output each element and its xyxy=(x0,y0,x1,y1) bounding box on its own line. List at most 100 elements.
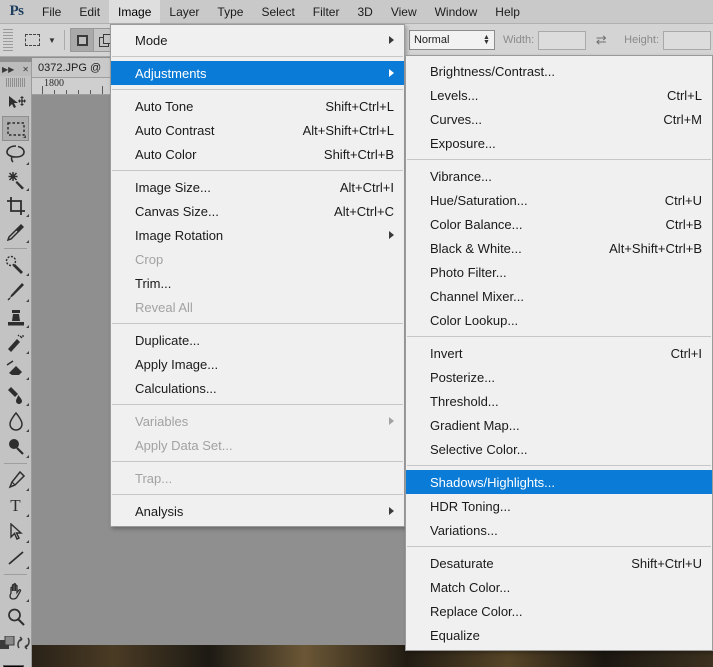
adjustments-menu-item-brightness-contrast[interactable]: Brightness/Contrast... xyxy=(406,59,712,83)
menu-select[interactable]: Select xyxy=(252,0,303,23)
gradient-tool[interactable] xyxy=(0,382,31,408)
submenu-arrow-icon xyxy=(389,36,394,44)
image-menu-item-adjustments[interactable]: Adjustments xyxy=(111,61,404,85)
width-label: Width: xyxy=(502,34,535,46)
collapse-panel-icon[interactable]: ▶▶ xyxy=(2,65,14,74)
width-input[interactable] xyxy=(538,30,587,50)
chevron-down-icon[interactable]: ▼ xyxy=(45,27,59,53)
menu-item-label: Selective Color... xyxy=(430,441,528,457)
color-swatches xyxy=(0,660,31,667)
menu-image[interactable]: Image xyxy=(109,0,161,23)
menu-file[interactable]: File xyxy=(33,0,70,23)
blur-tool[interactable] xyxy=(0,408,31,434)
menu-item-label: Duplicate... xyxy=(135,332,201,348)
adjustments-menu-item-variations[interactable]: Variations... xyxy=(406,518,712,542)
image-menu-item-crop: Crop xyxy=(111,247,404,271)
menu-3d[interactable]: 3D xyxy=(348,0,381,23)
clone-stamp-tool[interactable] xyxy=(0,304,31,330)
height-input[interactable] xyxy=(663,30,711,50)
mode-icons-row xyxy=(0,630,31,656)
image-menu-item-duplicate[interactable]: Duplicate... xyxy=(111,328,404,352)
quick-selection-tool[interactable] xyxy=(0,167,31,193)
path-selection-tool[interactable] xyxy=(0,519,31,545)
image-menu-item-image-rotation[interactable]: Image Rotation xyxy=(111,223,404,247)
swap-dimensions-icon[interactable]: ⇄ xyxy=(591,30,611,50)
adjustments-menu-item-equalize[interactable]: Equalize xyxy=(406,623,712,647)
menu-help[interactable]: Help xyxy=(486,0,529,23)
move-tool[interactable] xyxy=(0,90,31,116)
image-menu-item-apply-image[interactable]: Apply Image... xyxy=(111,352,404,376)
style-value: Normal xyxy=(413,34,450,46)
adjustments-menu-item-shadows-highlights[interactable]: Shadows/Highlights... xyxy=(406,470,712,494)
quick-mask-icon[interactable] xyxy=(0,636,16,650)
line-tool[interactable] xyxy=(0,545,31,571)
lasso-tool[interactable] xyxy=(0,141,31,167)
menu-filter[interactable]: Filter xyxy=(304,0,349,23)
ruler-label: 1800 xyxy=(44,78,64,89)
menu-item-shortcut: Alt+Shift+Ctrl+B xyxy=(609,240,702,256)
adjustments-menu-item-channel-mixer[interactable]: Channel Mixer... xyxy=(406,284,712,308)
options-bar-grip[interactable] xyxy=(3,29,13,51)
adjustments-menu-item-hue-saturation[interactable]: Hue/Saturation... Ctrl+U xyxy=(406,188,712,212)
adjustments-menu-item-replace-color[interactable]: Replace Color... xyxy=(406,599,712,623)
history-brush-tool[interactable] xyxy=(0,330,31,356)
menu-layer[interactable]: Layer xyxy=(160,0,208,23)
image-menu-item-mode[interactable]: Mode xyxy=(111,28,404,52)
menu-item-label: Color Lookup... xyxy=(430,312,519,328)
image-menu-item-calculations[interactable]: Calculations... xyxy=(111,376,404,400)
adjustments-menu-item-posterize[interactable]: Posterize... xyxy=(406,365,712,389)
menu-separator xyxy=(407,336,711,337)
menu-window[interactable]: Window xyxy=(426,0,487,23)
menu-item-label: Variations... xyxy=(430,522,498,538)
image-menu-item-analysis[interactable]: Analysis xyxy=(111,499,404,523)
adjustments-menu-item-levels[interactable]: Levels... Ctrl+L xyxy=(406,83,712,107)
menu-type[interactable]: Type xyxy=(208,0,252,23)
adjustments-menu-item-curves[interactable]: Curves... Ctrl+M xyxy=(406,107,712,131)
rectangular-marquee-icon[interactable] xyxy=(19,27,45,53)
eraser-tool[interactable] xyxy=(0,356,31,382)
adjustments-menu-item-selective-color[interactable]: Selective Color... xyxy=(406,437,712,461)
adjustments-menu-item-threshold[interactable]: Threshold... xyxy=(406,389,712,413)
adjustments-menu-item-match-color[interactable]: Match Color... xyxy=(406,575,712,599)
dodge-tool[interactable] xyxy=(0,434,31,460)
adjustments-menu-item-photo-filter[interactable]: Photo Filter... xyxy=(406,260,712,284)
menu-item-label: Crop xyxy=(135,251,164,267)
image-menu-item-trim[interactable]: Trim... xyxy=(111,271,404,295)
adjustments-menu-item-color-balance[interactable]: Color Balance... Ctrl+B xyxy=(406,212,712,236)
adjustments-menu-item-exposure[interactable]: Exposure... xyxy=(406,131,712,155)
image-menu-item-auto-contrast[interactable]: Auto Contrast Alt+Shift+Ctrl+L xyxy=(111,118,404,142)
menu-edit[interactable]: Edit xyxy=(70,0,109,23)
adjustments-menu-item-black-white[interactable]: Black & White... Alt+Shift+Ctrl+B xyxy=(406,236,712,260)
photoshop-logo: Ps xyxy=(9,3,25,19)
close-panel-icon[interactable]: ✕ xyxy=(22,65,29,74)
adjustments-menu-item-desaturate[interactable]: Desaturate Shift+Ctrl+U xyxy=(406,551,712,575)
adjustments-menu-item-color-lookup[interactable]: Color Lookup... xyxy=(406,308,712,332)
divider xyxy=(64,30,65,50)
menu-item-label: Brightness/Contrast... xyxy=(430,63,555,79)
hand-tool[interactable] xyxy=(0,578,31,604)
menu-separator xyxy=(407,465,711,466)
brush-tool[interactable] xyxy=(0,278,31,304)
crop-tool[interactable] xyxy=(0,193,31,219)
adjustments-menu-item-vibrance[interactable]: Vibrance... xyxy=(406,164,712,188)
image-menu-item-canvas-size[interactable]: Canvas Size... Alt+Ctrl+C xyxy=(111,199,404,223)
rectangular-marquee-tool[interactable] xyxy=(2,116,29,141)
new-selection-icon[interactable] xyxy=(70,28,94,52)
menu-view[interactable]: View xyxy=(382,0,426,23)
spot-healing-brush-tool[interactable] xyxy=(0,252,31,278)
tools-panel-grip[interactable] xyxy=(6,78,25,87)
image-menu-item-auto-color[interactable]: Auto Color Shift+Ctrl+B xyxy=(111,142,404,166)
adjustments-menu-item-hdr-toning[interactable]: HDR Toning... xyxy=(406,494,712,518)
adjustments-menu-item-invert[interactable]: Invert Ctrl+I xyxy=(406,341,712,365)
image-menu-item-auto-tone[interactable]: Auto Tone Shift+Ctrl+L xyxy=(111,94,404,118)
pen-tool[interactable] xyxy=(0,467,31,493)
image-menu-item-image-size[interactable]: Image Size... Alt+Ctrl+I xyxy=(111,175,404,199)
style-select[interactable]: Normal ▲ ▼ xyxy=(408,30,495,50)
screen-mode-icon[interactable] xyxy=(16,636,32,650)
horizontal-type-tool[interactable]: T xyxy=(0,493,31,519)
eyedropper-tool[interactable] xyxy=(0,219,31,245)
submenu-arrow-icon xyxy=(389,507,394,515)
adjustments-menu-item-gradient-map[interactable]: Gradient Map... xyxy=(406,413,712,437)
menu-item-shortcut: Alt+Ctrl+I xyxy=(339,179,394,195)
zoom-tool[interactable] xyxy=(0,604,31,630)
